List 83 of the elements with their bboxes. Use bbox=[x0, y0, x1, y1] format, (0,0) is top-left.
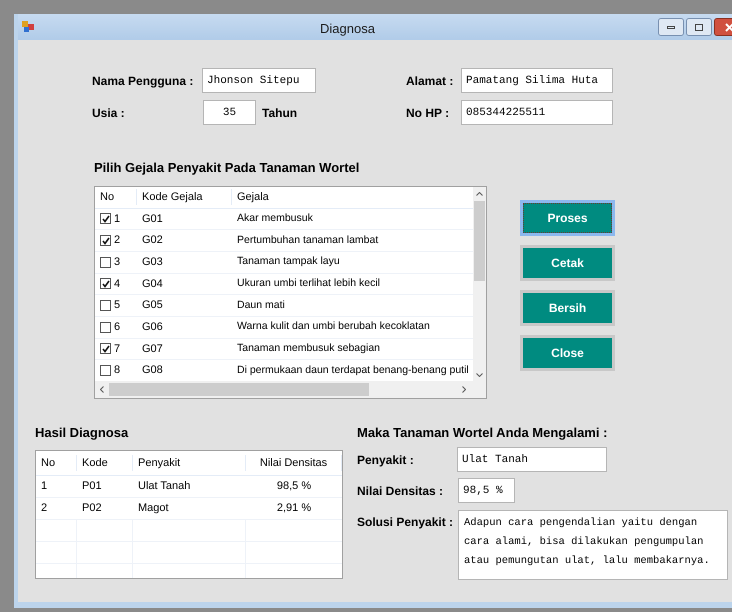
scroll-down-icon bbox=[476, 372, 483, 376]
table-cell-text: G01 bbox=[141, 212, 164, 227]
column-header: No bbox=[95, 188, 137, 206]
field-label: Tahun bbox=[262, 104, 298, 122]
table-cell-text: G08 bbox=[141, 363, 164, 378]
field-label: Usia : bbox=[92, 104, 126, 122]
table-cell-text: 3 bbox=[114, 254, 120, 270]
table-cell-text: 4 bbox=[114, 276, 120, 292]
table-cell-text: 2 bbox=[114, 233, 120, 248]
table-cell-text: G05 bbox=[141, 298, 164, 314]
name-field[interactable]: Jhonson Sitepu bbox=[202, 68, 316, 93]
section-title: Pilih Gejala Penyakit Pada Tanaman Wortel bbox=[94, 159, 360, 177]
table-cell-text: P02 bbox=[81, 501, 103, 516]
check-icon bbox=[102, 344, 110, 353]
app-icon bbox=[22, 21, 34, 33]
phone-field[interactable]: 085344225511 bbox=[461, 100, 613, 125]
field-label: Penyakit : bbox=[357, 452, 415, 468]
table-cell-text: Ukuran umbi terlihat lebih kecil bbox=[236, 276, 381, 292]
checkbox[interactable] bbox=[100, 365, 111, 376]
section-title: Hasil Diagnosa bbox=[35, 424, 130, 442]
table-cell-text: 7 bbox=[114, 342, 120, 357]
field-label: Nilai Densitas : bbox=[357, 482, 444, 500]
check-icon bbox=[102, 214, 110, 223]
table-cell-text: Magot bbox=[137, 501, 170, 516]
table-cell-text: Ulat Tanah bbox=[137, 479, 192, 494]
checkbox[interactable] bbox=[100, 235, 111, 246]
action-button[interactable]: Close bbox=[520, 335, 615, 371]
check-icon bbox=[102, 236, 110, 245]
table-cell-text: 6 bbox=[114, 320, 120, 336]
close-icon bbox=[724, 22, 732, 32]
field-label: No HP : bbox=[406, 104, 450, 122]
table-cell-text: G04 bbox=[141, 276, 164, 292]
disease-field[interactable]: Ulat Tanah bbox=[457, 447, 607, 472]
checkbox[interactable] bbox=[100, 322, 111, 333]
window-title: Diagnosa bbox=[320, 20, 375, 38]
column-header: Kode Gejala bbox=[137, 188, 232, 206]
scroll-left-icon bbox=[100, 386, 104, 392]
table-cell-text: Di permukaan daun terdapat benang-benang putil bbox=[236, 362, 470, 378]
solution-text-area[interactable]: Adapun cara pengendalian yaitu dengan cara alami, bisa dilakukan pengumpulan atau pemungutan ulat, lalu membakarnya. bbox=[458, 510, 728, 580]
action-button[interactable]: Bersih bbox=[520, 290, 615, 326]
table-cell-text: G02 bbox=[141, 233, 164, 248]
vertical-scrollbar[interactable] bbox=[473, 186, 486, 382]
checkbox[interactable] bbox=[100, 343, 111, 354]
table-cell-text: G06 bbox=[141, 320, 164, 336]
table-cell-text: 8 bbox=[114, 363, 120, 378]
table-cell-text: Akar membusuk bbox=[236, 210, 314, 226]
minimize-button[interactable] bbox=[658, 18, 684, 36]
table-cell-text: 2 bbox=[40, 501, 48, 516]
action-button[interactable]: Proses bbox=[520, 200, 615, 236]
table-cell-text: G07 bbox=[141, 342, 164, 357]
horizontal-scrollbar[interactable] bbox=[95, 380, 486, 398]
field-label: Solusi Penyakit : bbox=[357, 514, 454, 531]
age-field[interactable]: 35 bbox=[203, 100, 256, 125]
checkbox[interactable] bbox=[100, 278, 111, 290]
table-cell-text: 98,5 % bbox=[276, 479, 312, 494]
table-cell-text: Warna kulit dan umbi berubah kecoklatan bbox=[236, 319, 431, 334]
field-label: Alamat : bbox=[406, 72, 454, 90]
table-cell-text: Tanaman tampak layu bbox=[236, 254, 341, 270]
table-cell-text: 1 bbox=[40, 479, 48, 494]
checkbox[interactable] bbox=[100, 256, 111, 268]
scroll-right-icon bbox=[462, 386, 466, 392]
address-field[interactable]: Pamatang Silima Huta bbox=[461, 68, 613, 93]
checkbox[interactable] bbox=[100, 300, 111, 312]
table-cell-text: Daun mati bbox=[236, 298, 286, 313]
density-field[interactable]: 98,5 % bbox=[458, 478, 515, 503]
field-label: Nama Pengguna : bbox=[92, 72, 194, 90]
table-cell-text: 2,91 % bbox=[276, 501, 312, 516]
check-icon bbox=[102, 280, 110, 288]
table-cell-text: G03 bbox=[141, 254, 164, 270]
table-cell-text: 5 bbox=[114, 298, 120, 314]
column-header: Nilai Densitas bbox=[246, 454, 342, 472]
table-cell-text: P01 bbox=[81, 479, 103, 494]
section-title: Maka Tanaman Wortel Anda Mengalami : bbox=[357, 424, 608, 442]
table-cell-text: Pertumbuhan tanaman lambat bbox=[236, 232, 380, 248]
column-header: Penyakit bbox=[133, 454, 246, 472]
maximize-button[interactable] bbox=[686, 18, 712, 36]
scroll-up-icon bbox=[476, 192, 483, 196]
column-header: No bbox=[36, 454, 77, 472]
column-header: Kode bbox=[77, 454, 133, 472]
table-cell-text: 1 bbox=[114, 212, 120, 227]
action-button[interactable]: Cetak bbox=[520, 245, 615, 281]
table-cell-text: Tanaman membusuk sebagian bbox=[236, 341, 382, 356]
checkbox[interactable] bbox=[100, 213, 111, 224]
